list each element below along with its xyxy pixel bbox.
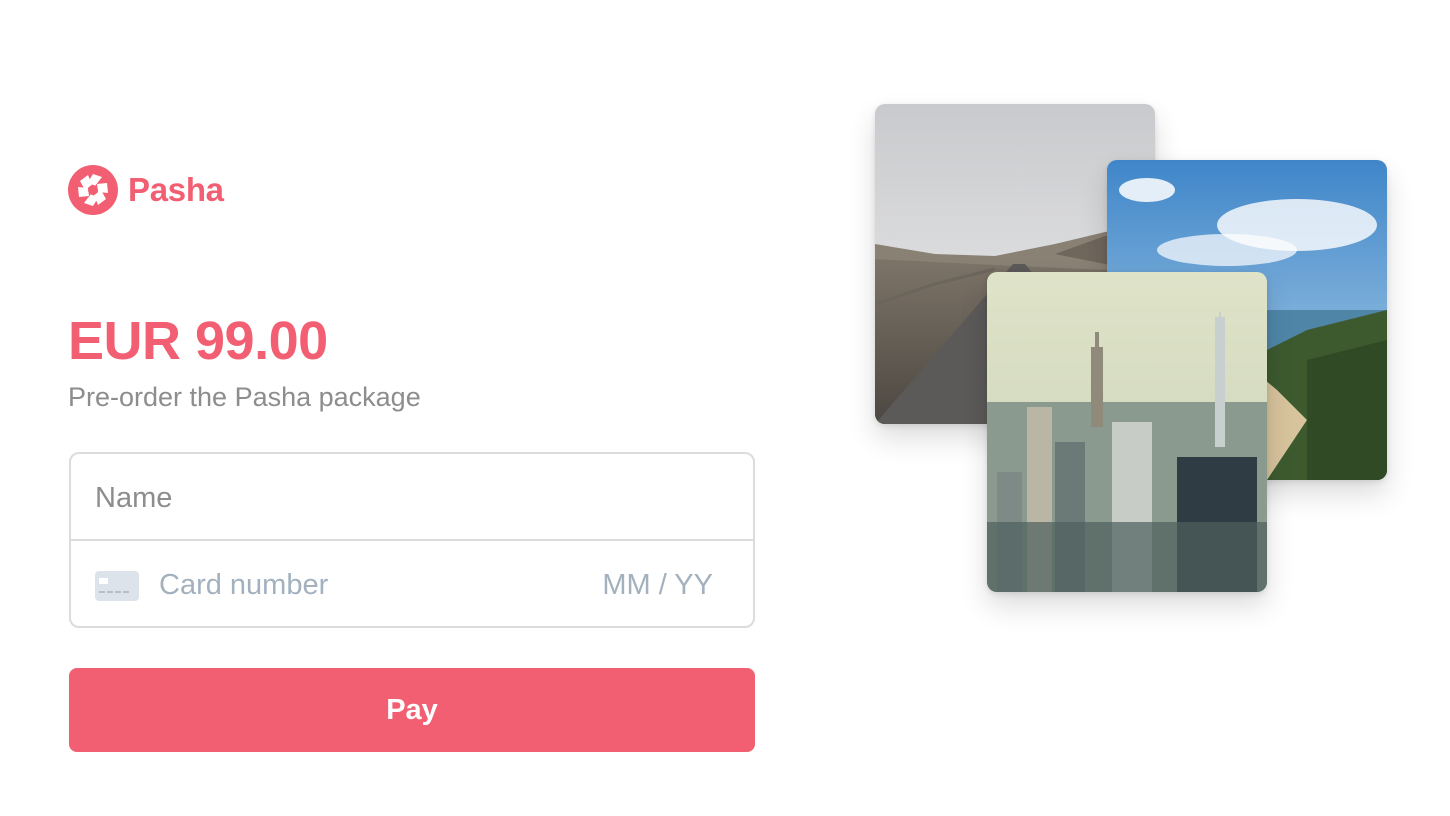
payment-form (69, 452, 755, 628)
price-amount: EUR 99.00 (68, 311, 328, 371)
checkout-page: Pasha EUR 99.00 Pre-order the Pasha pack… (0, 0, 1450, 816)
city-skyline-photo (987, 272, 1267, 592)
card-number-input[interactable] (159, 565, 539, 605)
card-row (71, 541, 753, 626)
expiry-input[interactable] (541, 565, 713, 605)
brand-name: Pasha (128, 171, 224, 208)
pay-button[interactable]: Pay (69, 668, 755, 752)
product-description: Pre-order the Pasha package (68, 382, 421, 412)
aperture-icon (68, 165, 118, 215)
brand: Pasha (68, 165, 224, 215)
name-input[interactable] (95, 478, 715, 518)
name-row (71, 454, 753, 541)
credit-card-icon (95, 571, 139, 601)
